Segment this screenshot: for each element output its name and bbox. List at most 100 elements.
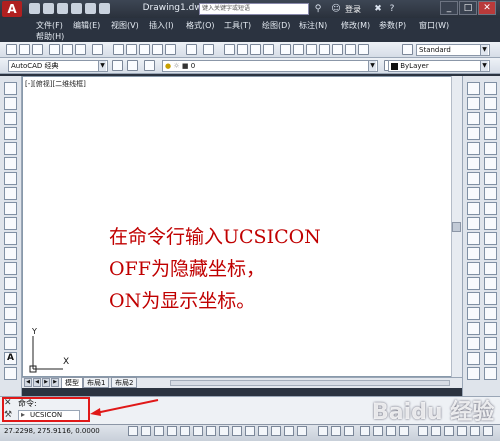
maximize-button[interactable]: □ bbox=[459, 1, 477, 15]
dynamic-input-icon[interactable] bbox=[245, 426, 255, 436]
lineweight-icon[interactable] bbox=[258, 426, 268, 436]
block-editor-icon[interactable] bbox=[165, 44, 176, 55]
menu-draw[interactable]: 绘图(D) bbox=[262, 20, 290, 31]
polyline-icon[interactable] bbox=[4, 112, 17, 125]
open-file-icon[interactable] bbox=[43, 3, 54, 14]
leader-icon[interactable] bbox=[467, 367, 480, 380]
dim-diameter-icon[interactable] bbox=[484, 322, 497, 335]
design-center-icon[interactable] bbox=[293, 44, 304, 55]
rectangle-icon[interactable] bbox=[4, 142, 17, 155]
make-block-icon[interactable] bbox=[4, 262, 17, 275]
break-icon[interactable] bbox=[467, 172, 480, 185]
snap-parallel-icon[interactable] bbox=[467, 262, 480, 275]
dim-aligned-icon[interactable] bbox=[484, 307, 497, 320]
circle-icon[interactable] bbox=[4, 172, 17, 185]
snap-perpendicular-icon[interactable] bbox=[484, 247, 497, 260]
dim-linear-icon[interactable] bbox=[467, 307, 480, 320]
quick-view-drawings-icon[interactable] bbox=[344, 426, 354, 436]
markup-icon[interactable] bbox=[332, 44, 343, 55]
workspace-switching-icon[interactable] bbox=[444, 426, 454, 436]
offset-icon[interactable] bbox=[467, 112, 480, 125]
menu-dimension[interactable]: 标注(N) bbox=[299, 20, 327, 31]
draw-order-icon[interactable] bbox=[484, 82, 497, 95]
trim-icon[interactable] bbox=[467, 157, 480, 170]
table-icon[interactable] bbox=[4, 337, 17, 350]
quickcalc-icon[interactable] bbox=[345, 44, 356, 55]
snap-insert-icon[interactable] bbox=[484, 262, 497, 275]
viewport-controls[interactable]: [-][俯视][二维线框] bbox=[25, 79, 86, 89]
menu-tools[interactable]: 工具(T) bbox=[224, 20, 251, 31]
close-button[interactable]: ✕ bbox=[478, 1, 496, 15]
text-style-icon[interactable] bbox=[402, 44, 413, 55]
workspace-select[interactable]: AutoCAD 经典 ▼ bbox=[8, 60, 108, 72]
dynamic-ucs-icon[interactable] bbox=[232, 426, 242, 436]
menu-format[interactable]: 格式(O) bbox=[186, 20, 215, 31]
pan-status-icon[interactable] bbox=[360, 426, 370, 436]
search-input[interactable]: 键入关键字或短语 bbox=[199, 3, 309, 15]
object-snap-icon[interactable] bbox=[193, 426, 203, 436]
polar-tracking-icon[interactable] bbox=[180, 426, 190, 436]
add-selected-icon[interactable] bbox=[4, 367, 17, 380]
region-icon[interactable] bbox=[4, 322, 17, 335]
erase-icon[interactable] bbox=[467, 82, 480, 95]
arc-icon[interactable] bbox=[4, 157, 17, 170]
hatch-icon[interactable] bbox=[4, 292, 17, 305]
app-menu-button[interactable]: A bbox=[2, 1, 22, 17]
line-icon[interactable] bbox=[4, 82, 17, 95]
snap-midpoint-icon[interactable] bbox=[467, 217, 480, 230]
quick-properties-icon[interactable] bbox=[284, 426, 294, 436]
workspace-icon[interactable] bbox=[127, 60, 138, 71]
plot-icon[interactable] bbox=[49, 44, 60, 55]
3d-dwf-icon[interactable] bbox=[92, 44, 103, 55]
next-tab-button[interactable]: ▶ bbox=[42, 378, 50, 387]
snap-intersection-icon[interactable] bbox=[484, 217, 497, 230]
construction-line-icon[interactable] bbox=[4, 97, 17, 110]
login-link[interactable]: 登录 bbox=[345, 4, 361, 15]
menu-edit[interactable]: 编辑(E) bbox=[73, 20, 100, 31]
open-icon[interactable] bbox=[19, 44, 30, 55]
dim-style-icon[interactable] bbox=[484, 352, 497, 365]
user-icon[interactable]: ☺ bbox=[330, 3, 342, 15]
first-tab-button[interactable]: ◀ bbox=[24, 378, 32, 387]
menu-help[interactable]: 帮助(H) bbox=[36, 31, 64, 42]
dim-angular-icon[interactable] bbox=[467, 337, 480, 350]
osnap-settings-icon[interactable] bbox=[484, 292, 497, 305]
steeringwheels-icon[interactable] bbox=[386, 426, 396, 436]
new-file-icon[interactable] bbox=[29, 3, 40, 14]
scale-icon[interactable] bbox=[467, 142, 480, 155]
save-as-icon[interactable] bbox=[71, 3, 82, 14]
scrollbar-thumb[interactable] bbox=[452, 222, 461, 232]
help-toolbar-icon[interactable] bbox=[358, 44, 369, 55]
chamfer-icon[interactable] bbox=[467, 187, 480, 200]
transparency-icon[interactable] bbox=[271, 426, 281, 436]
object-snap-tracking-icon[interactable] bbox=[219, 426, 229, 436]
properties-icon[interactable] bbox=[280, 44, 291, 55]
snap-mode-icon[interactable] bbox=[141, 426, 151, 436]
pan-icon[interactable] bbox=[224, 44, 235, 55]
tolerance-icon[interactable] bbox=[484, 367, 497, 380]
mirror-icon[interactable] bbox=[484, 97, 497, 110]
search-icon[interactable]: ⚲ bbox=[312, 3, 324, 15]
revision-cloud-icon[interactable] bbox=[4, 187, 17, 200]
zoom-status-icon[interactable] bbox=[373, 426, 383, 436]
snap-endpoint-icon[interactable] bbox=[484, 202, 497, 215]
save-toolbar-icon[interactable] bbox=[32, 44, 43, 55]
point-icon[interactable] bbox=[4, 277, 17, 290]
extend-icon[interactable] bbox=[484, 157, 497, 170]
layer-select[interactable]: ● ☼ ■ 0 ▼ bbox=[162, 60, 378, 72]
snap-nearest-icon[interactable] bbox=[484, 277, 497, 290]
dim-baseline-icon[interactable] bbox=[484, 337, 497, 350]
save-icon[interactable] bbox=[57, 3, 68, 14]
clean-screen-icon[interactable] bbox=[483, 426, 493, 436]
rotate-icon[interactable] bbox=[484, 127, 497, 140]
toolbar-lock-icon[interactable] bbox=[457, 426, 467, 436]
dim-radius-icon[interactable] bbox=[467, 322, 480, 335]
undo-toolbar-icon[interactable] bbox=[186, 44, 197, 55]
join-icon[interactable] bbox=[484, 172, 497, 185]
ellipse-arc-icon[interactable] bbox=[4, 232, 17, 245]
snap-center-icon[interactable] bbox=[467, 232, 480, 245]
minimize-button[interactable]: _ bbox=[440, 1, 458, 15]
fillet-icon[interactable] bbox=[484, 187, 497, 200]
text-style-select[interactable]: Standard ▼ bbox=[416, 44, 490, 56]
array-icon[interactable] bbox=[484, 112, 497, 125]
